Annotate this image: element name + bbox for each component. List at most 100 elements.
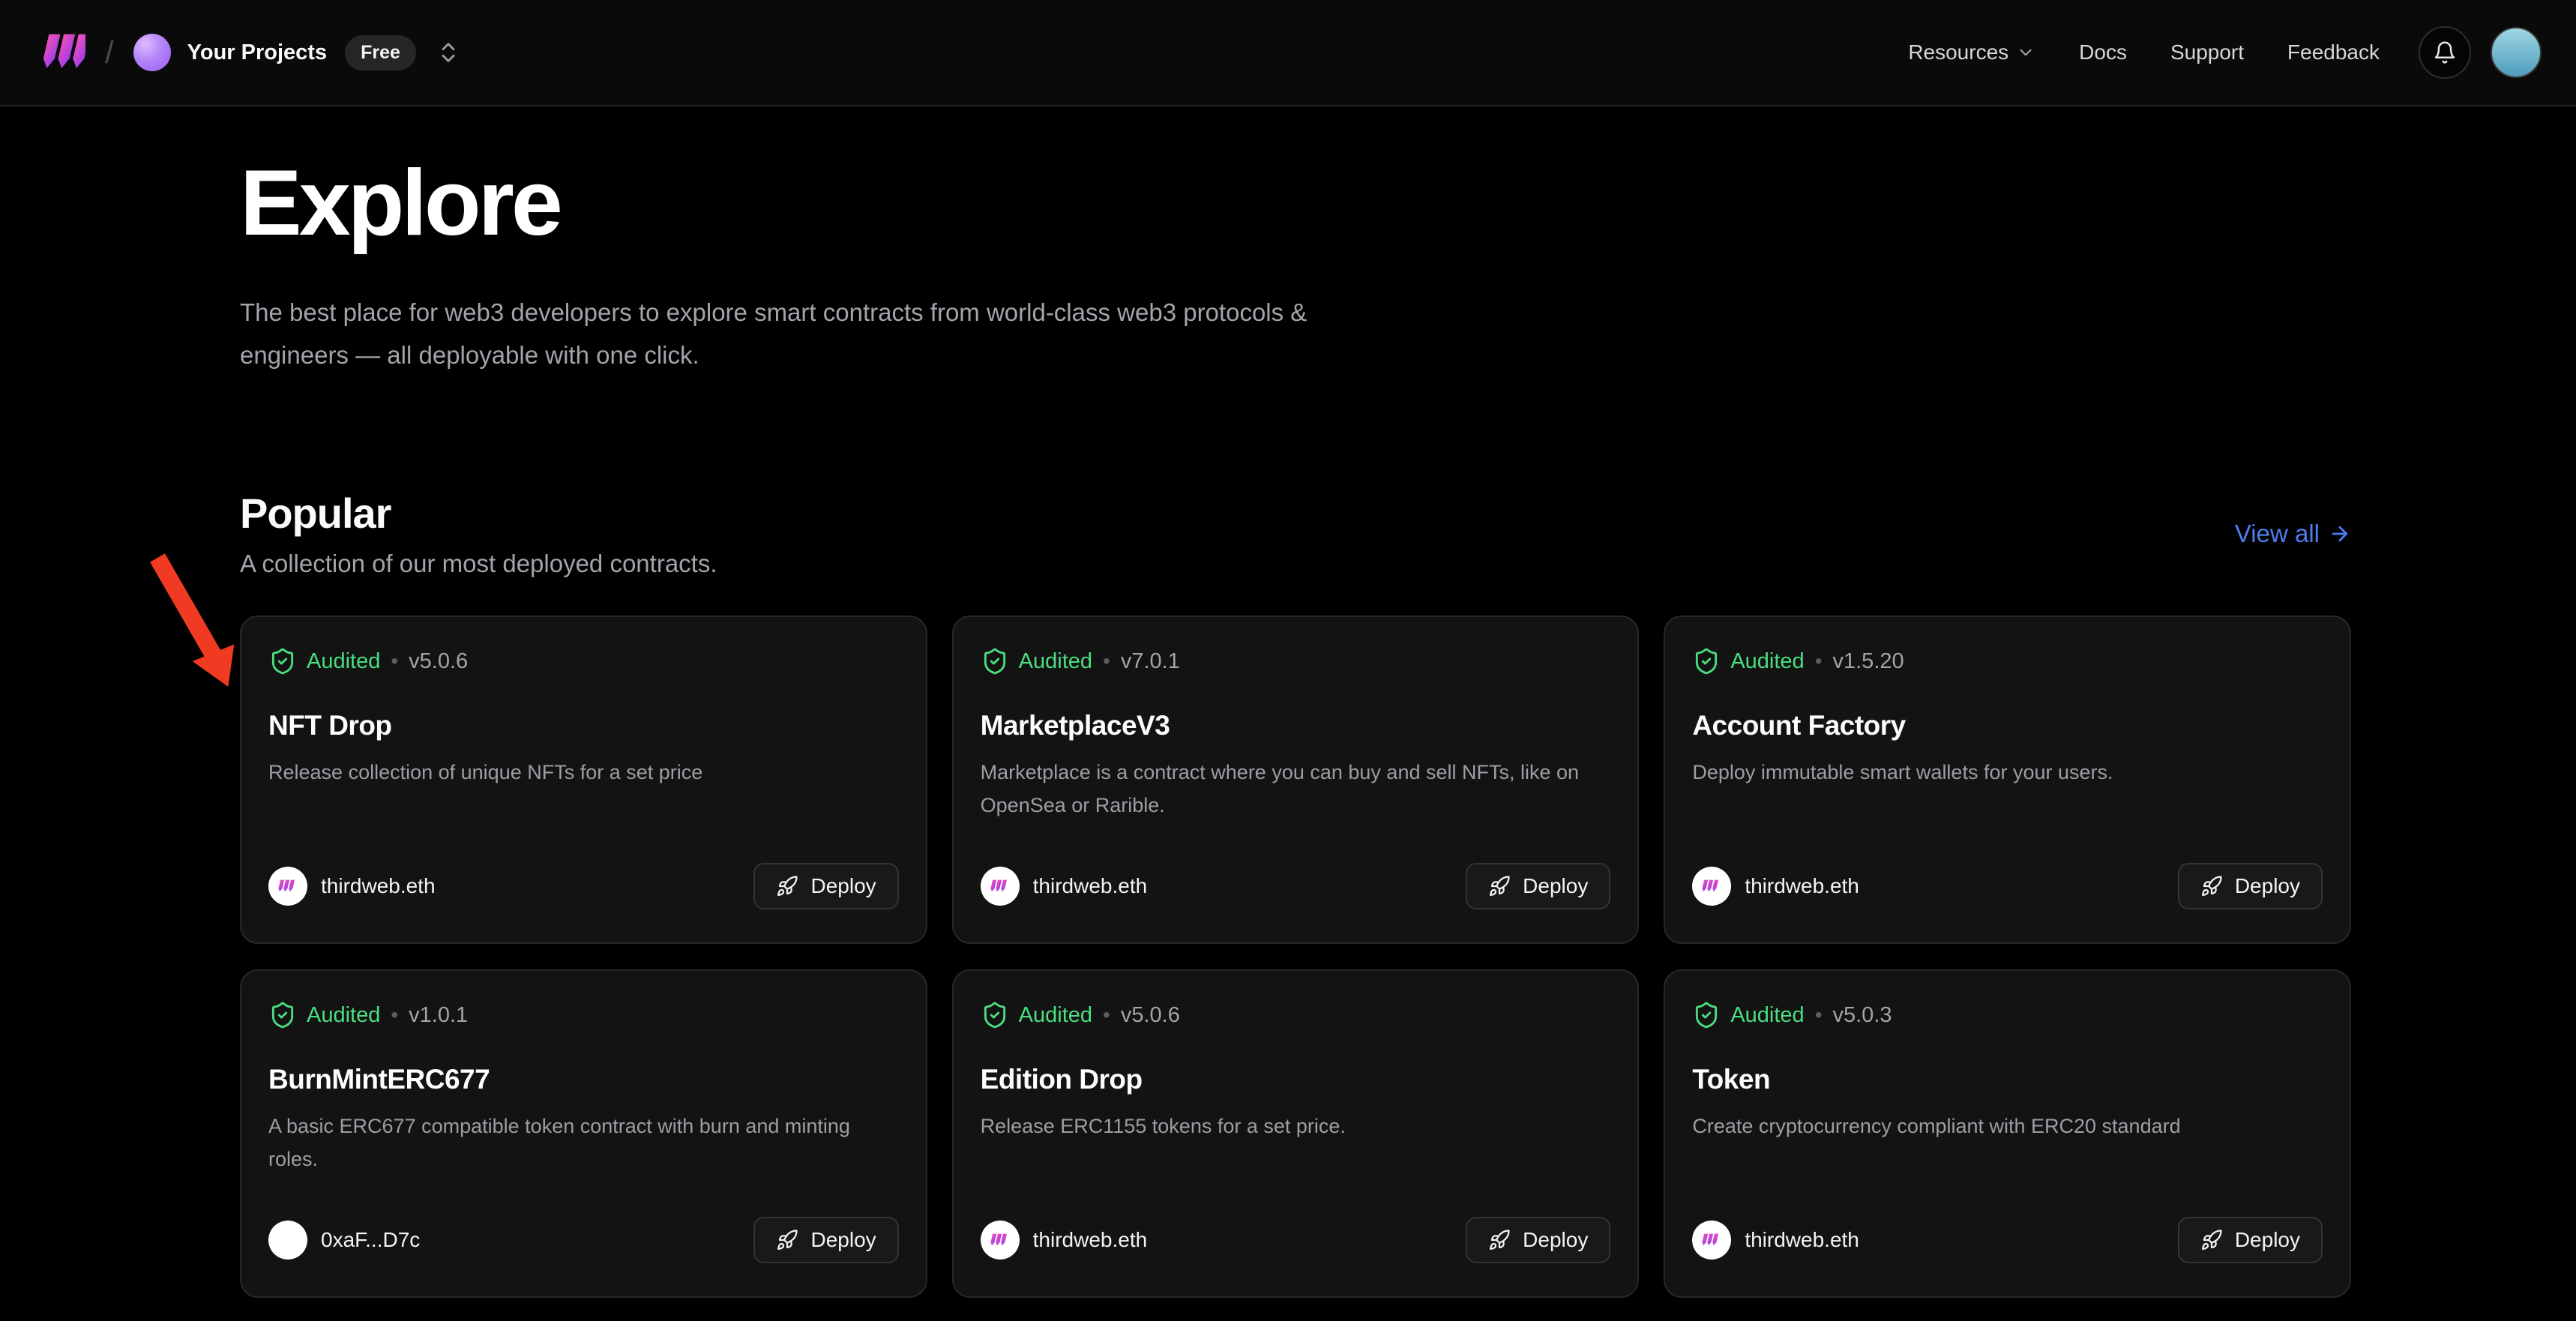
publisher-avatar (981, 867, 1020, 906)
deploy-button[interactable]: Deploy (2178, 1217, 2323, 1263)
page-title: Explore (240, 150, 2351, 256)
view-all-link[interactable]: View all (2235, 520, 2351, 548)
project-name: Your Projects (187, 40, 327, 65)
popular-description: A collection of our most deployed contra… (240, 550, 717, 578)
thirdweb-mark-icon (989, 875, 1011, 897)
publisher-link[interactable]: thirdweb.eth (1692, 867, 1859, 906)
meta-separator: • (1815, 649, 1823, 673)
audited-badge: Audited (981, 1001, 1092, 1029)
publisher-name: thirdweb.eth (321, 874, 436, 898)
bell-icon (2433, 40, 2457, 64)
notifications-button[interactable] (2419, 26, 2471, 79)
meta-separator: • (391, 1003, 398, 1027)
main-content: Explore The best place for web3 develope… (0, 106, 2576, 1298)
contract-card-marketplacev3[interactable]: Audited • v7.0.1 MarketplaceV3 Marketpla… (952, 616, 1640, 944)
card-title: Edition Drop (981, 1064, 1611, 1095)
thirdweb-mark-icon (277, 875, 299, 897)
publisher-name: thirdweb.eth (1745, 874, 1859, 898)
shield-check-icon (981, 647, 1009, 675)
deploy-button[interactable]: Deploy (1466, 1217, 1610, 1263)
shield-check-icon (1692, 1001, 1721, 1029)
card-description: A basic ERC677 compatible token contract… (268, 1110, 898, 1176)
navbar-left: / Your Projects Free (42, 30, 461, 75)
contract-card-nft-drop[interactable]: Audited • v5.0.6 NFT Drop Release collec… (240, 616, 927, 944)
project-switcher[interactable]: Your Projects Free (133, 34, 461, 71)
meta-separator: • (391, 649, 398, 673)
publisher-name: thirdweb.eth (1033, 1228, 1148, 1252)
publisher-link[interactable]: thirdweb.eth (981, 867, 1148, 906)
top-navbar: / Your Projects Free Resources Docs Supp… (0, 0, 2576, 106)
contract-card-edition-drop[interactable]: Audited • v5.0.6 Edition Drop Release ER… (952, 969, 1640, 1298)
deploy-button[interactable]: Deploy (753, 863, 898, 909)
card-description: Create cryptocurrency compliant with ERC… (1692, 1110, 2322, 1143)
publisher-link[interactable]: thirdweb.eth (981, 1221, 1148, 1260)
user-avatar[interactable] (2491, 27, 2542, 78)
deploy-label: Deploy (1523, 1228, 1588, 1252)
audited-badge: Audited (268, 647, 380, 675)
chevron-down-icon (2016, 43, 2035, 62)
deploy-label: Deploy (2235, 1228, 2300, 1252)
publisher-avatar (1692, 1221, 1731, 1260)
publisher-name: 0xaF...D7c (321, 1228, 420, 1252)
version-label: v5.0.6 (409, 649, 468, 674)
plan-badge: Free (345, 35, 416, 70)
thirdweb-mark-icon (989, 1229, 1011, 1251)
audited-badge: Audited (1692, 647, 1804, 675)
card-title: MarketplaceV3 (981, 710, 1611, 741)
contract-card-token[interactable]: Audited • v5.0.3 Token Create cryptocurr… (1664, 969, 2351, 1298)
chevrons-up-down-icon[interactable] (436, 40, 461, 65)
rocket-icon (2200, 875, 2223, 897)
nav-link-resources[interactable]: Resources (1908, 40, 2035, 64)
version-label: v5.0.6 (1121, 1003, 1180, 1028)
nav-link-feedback[interactable]: Feedback (2287, 40, 2380, 64)
audited-badge: Audited (268, 1001, 380, 1029)
contract-card-grid: Audited • v5.0.6 NFT Drop Release collec… (240, 616, 2351, 1298)
publisher-avatar (268, 1221, 307, 1260)
deploy-button[interactable]: Deploy (2178, 863, 2323, 909)
deploy-label: Deploy (810, 874, 876, 898)
rocket-icon (1488, 1229, 1511, 1251)
project-avatar (133, 34, 171, 71)
card-description: Release ERC1155 tokens for a set price. (981, 1110, 1610, 1143)
publisher-link[interactable]: thirdweb.eth (268, 867, 436, 906)
publisher-avatar (268, 867, 307, 906)
deploy-button[interactable]: Deploy (753, 1217, 898, 1263)
contract-card-burnminterc677[interactable]: Audited • v1.0.1 BurnMintERC677 A basic … (240, 969, 927, 1298)
shield-check-icon (981, 1001, 1009, 1029)
audited-badge: Audited (1692, 1001, 1804, 1029)
rocket-icon (776, 1229, 798, 1251)
version-label: v7.0.1 (1121, 649, 1180, 674)
audited-label: Audited (1019, 1003, 1092, 1028)
arrow-right-icon (2329, 523, 2351, 545)
version-label: v1.0.1 (409, 1003, 468, 1028)
contract-card-account-factory[interactable]: Audited • v1.5.20 Account Factory Deploy… (1664, 616, 2351, 944)
card-title: Token (1692, 1064, 2323, 1095)
meta-separator: • (1103, 649, 1110, 673)
shield-check-icon (1692, 647, 1721, 675)
breadcrumb-separator: / (105, 34, 114, 70)
nav-link-support[interactable]: Support (2170, 40, 2244, 64)
version-label: v1.5.20 (1833, 649, 1904, 674)
publisher-avatar (981, 1221, 1020, 1260)
card-title: BurnMintERC677 (268, 1064, 899, 1095)
card-description: Marketplace is a contract where you can … (981, 756, 1610, 822)
thirdweb-mark-icon (1700, 875, 1723, 897)
page-subtitle: The best place for web3 developers to ex… (240, 291, 1376, 376)
shield-check-icon (268, 1001, 297, 1029)
audited-label: Audited (1730, 649, 1804, 674)
deploy-button[interactable]: Deploy (1466, 863, 1610, 909)
popular-section-header: Popular A collection of our most deploye… (240, 489, 2351, 578)
card-title: Account Factory (1692, 710, 2323, 741)
deploy-label: Deploy (810, 1228, 876, 1252)
thirdweb-logo-icon[interactable] (42, 30, 85, 75)
publisher-link[interactable]: 0xaF...D7c (268, 1221, 420, 1260)
popular-heading: Popular (240, 489, 717, 538)
nav-link-docs[interactable]: Docs (2079, 40, 2127, 64)
publisher-link[interactable]: thirdweb.eth (1692, 1221, 1859, 1260)
card-description: Release collection of unique NFTs for a … (268, 756, 898, 789)
navbar-links: Resources Docs Support Feedback (1908, 26, 2542, 79)
version-label: v5.0.3 (1833, 1003, 1892, 1028)
meta-separator: • (1815, 1003, 1823, 1027)
audited-label: Audited (1730, 1003, 1804, 1028)
publisher-avatar (1692, 867, 1731, 906)
